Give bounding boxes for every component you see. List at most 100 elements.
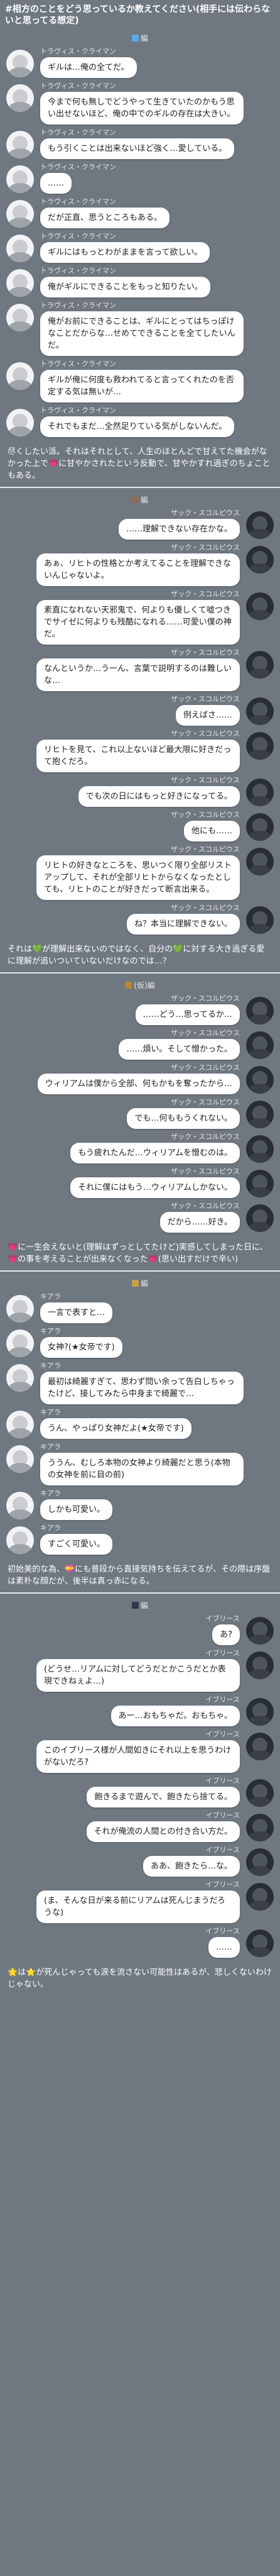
avatar[interactable] — [246, 813, 274, 841]
sender-name: イブリース — [205, 1846, 240, 1854]
section-title: 編 — [0, 494, 280, 505]
avatar[interactable] — [6, 235, 34, 262]
avatar[interactable] — [246, 1170, 274, 1197]
sender-name: ザック・スコルピウス — [171, 1133, 240, 1141]
narration-text: 尽くしたい派。それはそれとして、人生のほとんどで甘えてた機会がなかった上で💗に甘… — [8, 447, 271, 480]
sender-name: ザック・スコルピウス — [171, 811, 240, 819]
message-row: ザック・スコルピウスだから……好き。 — [5, 1202, 275, 1233]
avatar[interactable] — [6, 131, 34, 158]
avatar[interactable] — [6, 50, 34, 77]
message-bubble: 最初は綺麗すぎて、思わず問い余って告白しちゃったけど、接してみたら中身まで綺麗で… — [40, 1372, 244, 1404]
avatar[interactable] — [6, 1526, 34, 1554]
message-bubble: しかも可愛い。 — [40, 1499, 113, 1520]
message-bubble: それに僕にはもう…ウィリアムしかない。 — [70, 1177, 240, 1198]
section-divider — [0, 1270, 280, 1272]
avatar[interactable] — [6, 200, 34, 228]
avatar[interactable] — [246, 848, 274, 875]
avatar[interactable] — [246, 1652, 274, 1679]
avatar[interactable] — [6, 304, 34, 331]
message-bubble: それが俺流の人間との付き合い方だ。 — [86, 1821, 240, 1842]
avatar[interactable] — [246, 1848, 274, 1876]
avatar[interactable] — [246, 1135, 274, 1163]
sender-name: トラヴィス・クライマン — [40, 163, 116, 171]
message-bubble: リヒトの好きなところを、思いつく限り全部リストアップして、それが全部リヒトからな… — [36, 855, 240, 900]
avatar[interactable] — [246, 997, 274, 1024]
avatar[interactable] — [6, 1445, 34, 1473]
sender-name: キアラ — [40, 1489, 61, 1497]
avatar[interactable] — [246, 592, 274, 620]
message-row: キアラ 一言で表すと… — [5, 1292, 275, 1323]
avatar[interactable] — [246, 1101, 274, 1128]
sender-name: トラヴィス・クライマン — [40, 82, 116, 90]
sender-name: ザック・スコルピウス — [171, 1202, 240, 1210]
message-row: ザック・スコルピウス 素直になれない天邪鬼で、何よりも優しくて嘘つきでサイゼに何よ… — [5, 590, 275, 645]
message-row: トラヴィス・クライマン もう引くことは出来ないほど強く…愛している。 — [5, 128, 275, 159]
section-title-text: 編 — [140, 34, 148, 43]
sender-name: ザック・スコルピウス — [171, 695, 240, 703]
avatar[interactable] — [246, 732, 274, 760]
sender-name: ザック・スコルピウス — [171, 1098, 240, 1106]
avatar[interactable] — [246, 906, 274, 934]
avatar[interactable] — [246, 1698, 274, 1726]
avatar[interactable] — [6, 362, 34, 390]
sender-name: トラヴィス・クライマン — [40, 360, 116, 368]
message-row: ザック・スコルピウス ……煩い。そして憎かった。 — [5, 1029, 275, 1060]
sender-name: キアラ — [40, 1362, 61, 1370]
sender-name: キアラ — [40, 1524, 61, 1532]
avatar[interactable] — [6, 1411, 34, 1438]
message-bubble: だから……好き。 — [159, 1212, 240, 1233]
sender-name: ザック・スコルピウス — [171, 730, 240, 738]
avatar[interactable] — [6, 409, 34, 436]
message-row: イブリース (どうせ…リアムに対してどうだとかこうだとか表現できねぇよ…) — [5, 1649, 275, 1692]
avatar[interactable] — [246, 1204, 274, 1232]
message-row: ザック・スコルピウス もう疲れたんだ…ウィリアムを憎むのは。 — [5, 1133, 275, 1163]
message-bubble: 一言で表すと… — [40, 1302, 113, 1323]
avatar[interactable] — [246, 1779, 274, 1807]
message-bubble: あー…おもちゃだ。おもちゃ。 — [110, 1706, 240, 1726]
sender-name: イブリース — [205, 1614, 240, 1623]
sender-name: ザック・スコルピウス — [171, 1167, 240, 1175]
sender-name: イブリース — [205, 1777, 240, 1785]
avatar[interactable] — [6, 1492, 34, 1519]
sender-name: ザック・スコルピウス — [171, 1029, 240, 1037]
message-bubble: だが正直、思うところもある。 — [40, 208, 170, 228]
message-row: イブリース このイブリース様が人間如きにそれ以上を思うわけがないだろ? — [5, 1730, 275, 1773]
avatar[interactable] — [6, 1364, 34, 1392]
avatar[interactable] — [6, 165, 34, 193]
message-bubble: なんというか…うーん、言葉で説明するのは難しいな… — [36, 658, 240, 691]
section-title: 編 — [0, 33, 280, 43]
avatar[interactable] — [6, 269, 34, 297]
message-row: ザック・スコルピウス なんというか…うーん、言葉で説明するのは難しいな… — [5, 648, 275, 691]
sender-name: キアラ — [40, 1292, 61, 1301]
avatar[interactable] — [246, 1031, 274, 1059]
sender-name: イブリース — [205, 1811, 240, 1819]
avatar[interactable] — [246, 651, 274, 679]
avatar[interactable] — [6, 1330, 34, 1357]
message-bubble: 俺がお前にできることは、ギルにとってはちっぽけなことだからな…せめてできることを… — [40, 311, 244, 356]
message-bubble: ね？本当に理解できない。 — [126, 914, 240, 935]
sender-name: キアラ — [40, 1408, 61, 1416]
avatar[interactable] — [246, 1617, 274, 1645]
message-row: ザック・スコルピウス ……どう…思ってるか… — [5, 994, 275, 1025]
avatar[interactable] — [246, 779, 274, 806]
avatar[interactable] — [246, 1883, 274, 1911]
avatar[interactable] — [246, 1929, 274, 1957]
message-bubble: 他にも…… — [183, 821, 240, 841]
message-row: キアラ最初は綺麗すぎて、思わず問い余って告白しちゃったけど、接してみたら中身まで… — [5, 1362, 275, 1404]
section-title: (仮)編 — [0, 980, 280, 991]
avatar[interactable] — [246, 511, 274, 539]
avatar[interactable] — [6, 84, 34, 112]
message-bubble: ううん、むしろ本物の女神より綺麗だと思う(本物の女神を前に目の前) — [40, 1453, 244, 1485]
avatar[interactable] — [246, 1814, 274, 1841]
chat-section: 編イブリース あ? イブリース (どうせ…リアムに対してどうだとかこうだとか表現できね… — [0, 1592, 280, 1996]
sender-name: トラヴィス・クライマン — [40, 197, 116, 206]
avatar[interactable] — [246, 546, 274, 574]
character-emblem-icon — [131, 496, 139, 503]
avatar[interactable] — [246, 1733, 274, 1760]
avatar[interactable] — [6, 1295, 34, 1323]
message-bubble: 例えばさ…… — [175, 705, 240, 726]
avatar[interactable] — [246, 1066, 274, 1094]
sender-name: ザック・スコルピウス — [171, 845, 240, 853]
message-bubble: ギルにはもっとわがままを言って欲しい。 — [40, 242, 210, 263]
avatar[interactable] — [246, 697, 274, 725]
